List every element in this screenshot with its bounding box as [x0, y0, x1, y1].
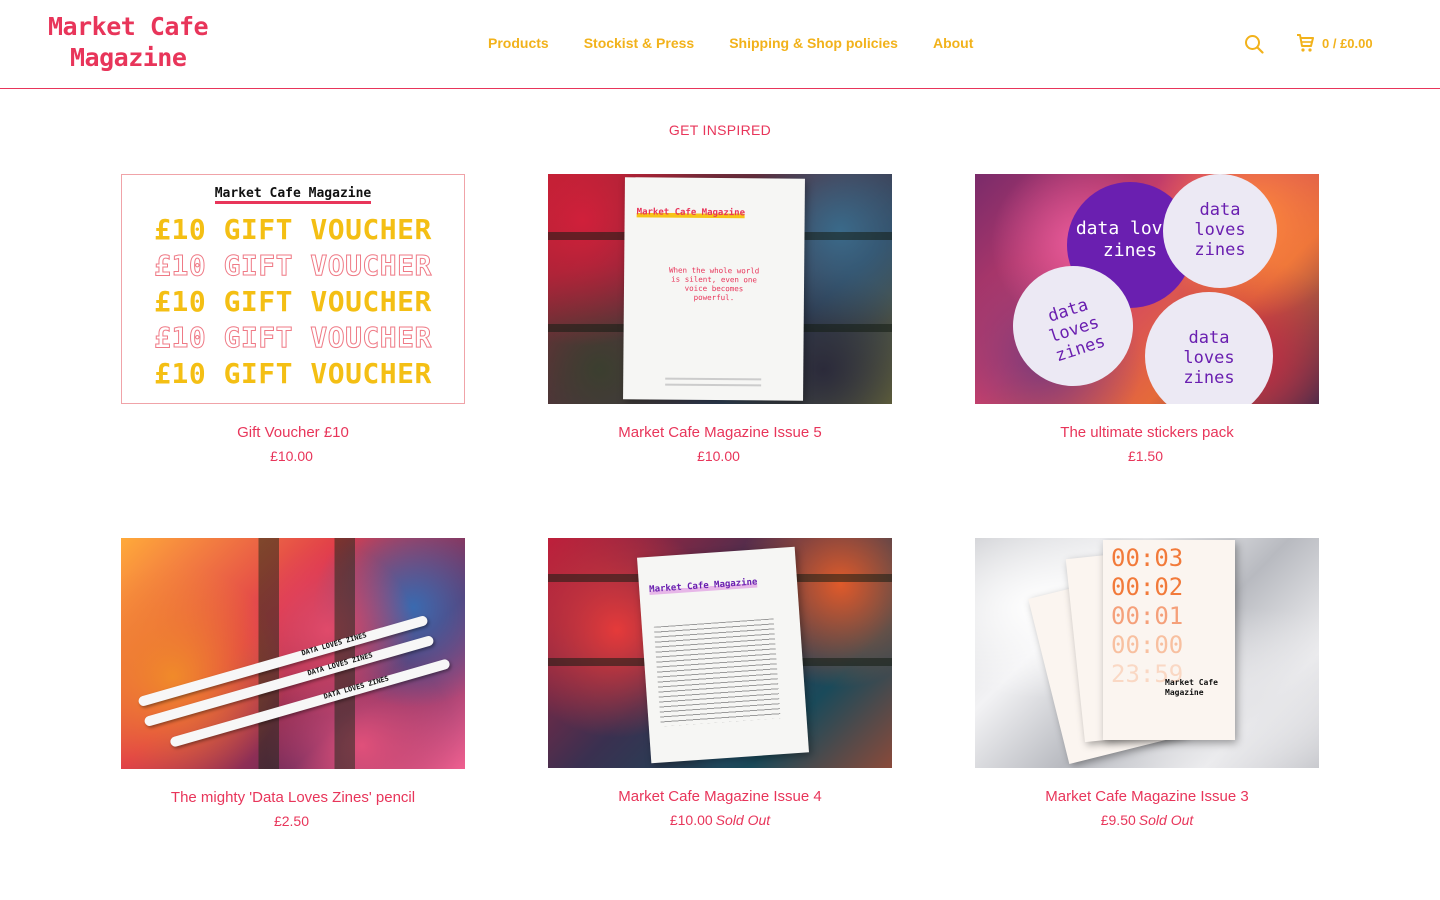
voucher-row: £10 GIFT VOUCHER: [154, 321, 432, 355]
product-name[interactable]: Market Cafe Magazine Issue 3: [975, 788, 1319, 805]
product-card[interactable]: 00:03 00:02 00:01 00:00 23:59 Market Caf…: [975, 538, 1319, 828]
product-price: £2.50: [273, 813, 310, 829]
nav-shipping-policies[interactable]: Shipping & Shop policies: [729, 35, 898, 51]
product-image-pencil[interactable]: DATA LOVES ZINES DATA LOVES ZINES DATA L…: [121, 538, 465, 769]
product-price: £10.00: [697, 448, 740, 464]
search-button[interactable]: [1244, 34, 1264, 54]
voucher-row: £10 GIFT VOUCHER: [154, 213, 432, 246]
nav-about[interactable]: About: [933, 35, 973, 51]
voucher-row: £10 GIFT VOUCHER: [154, 249, 432, 283]
magazine-cover: Market Cafe Magazine When the whole worl…: [623, 177, 805, 401]
product-card[interactable]: data loves zines data loves zines data l…: [975, 174, 1319, 464]
sold-out-label: Sold Out: [1138, 812, 1194, 828]
product-card[interactable]: Market Cafe Magazine When the whole worl…: [548, 174, 892, 464]
magazine-cover: Market Cafe Magazine: [637, 546, 809, 764]
product-image-issue-3[interactable]: 00:03 00:02 00:01 00:00 23:59 Market Caf…: [975, 538, 1319, 768]
voucher-row: £10 GIFT VOUCHER: [154, 357, 432, 390]
product-image-gift-voucher[interactable]: Market Cafe Magazine £10 GIFT VOUCHER £1…: [121, 174, 465, 404]
cart-summary: 0 / £0.00: [1322, 35, 1373, 51]
search-icon: [1245, 35, 1264, 54]
sticker-white: data loves zines: [1145, 292, 1273, 404]
product-card[interactable]: Market Cafe Magazine Market Cafe Magazin…: [548, 538, 892, 828]
product-name[interactable]: The ultimate stickers pack: [975, 424, 1319, 441]
product-name[interactable]: Gift Voucher £10: [121, 424, 465, 441]
sold-out-label: Sold Out: [715, 812, 771, 828]
product-price: £1.50: [1127, 448, 1164, 464]
section-title: GET INSPIRED: [668, 122, 772, 138]
product-price: £10.00: [270, 448, 313, 464]
main-nav: Products Stockist & Press Shipping & Sho…: [488, 35, 1008, 51]
voucher-title: Market Cafe Magazine: [122, 186, 464, 204]
countdown-times: 00:03 00:02 00:01 00:00 23:59: [1111, 544, 1184, 688]
product-name[interactable]: Market Cafe Magazine Issue 4: [548, 788, 892, 805]
sticker-white: data loves zines: [1163, 174, 1277, 288]
product-card[interactable]: DATA LOVES ZINES DATA LOVES ZINES DATA L…: [121, 538, 465, 829]
site-header: Market Cafe Magazine Products Stockist &…: [0, 0, 1440, 89]
product-image-stickers[interactable]: data loves zines data loves zines data l…: [975, 174, 1319, 404]
nav-products[interactable]: Products: [488, 35, 549, 51]
magazine-cover: 00:03 00:02 00:01 00:00 23:59 Market Caf…: [1103, 540, 1235, 740]
logo-line-1: Market Cafe: [46, 12, 211, 41]
nav-stockist-press[interactable]: Stockist & Press: [584, 35, 695, 51]
product-image-issue-4[interactable]: Market Cafe Magazine: [548, 538, 892, 768]
cover-quote: When the whole world is silent, even one…: [668, 265, 760, 303]
voucher-row: £10 GIFT VOUCHER: [154, 285, 432, 318]
cart-icon: [1297, 34, 1314, 52]
site-logo[interactable]: Market Cafe Magazine: [46, 12, 224, 76]
product-price: £9.50 Sold Out: [1100, 812, 1194, 828]
product-card[interactable]: Market Cafe Magazine £10 GIFT VOUCHER £1…: [121, 174, 465, 464]
product-price: £10.00 Sold Out: [669, 812, 771, 828]
product-name[interactable]: The mighty 'Data Loves Zines' pencil: [121, 789, 465, 806]
cart-button[interactable]: 0 / £0.00: [1296, 33, 1373, 53]
product-image-issue-5[interactable]: Market Cafe Magazine When the whole worl…: [548, 174, 892, 404]
logo-line-2: Magazine: [68, 43, 189, 72]
product-name[interactable]: Market Cafe Magazine Issue 5: [548, 424, 892, 441]
